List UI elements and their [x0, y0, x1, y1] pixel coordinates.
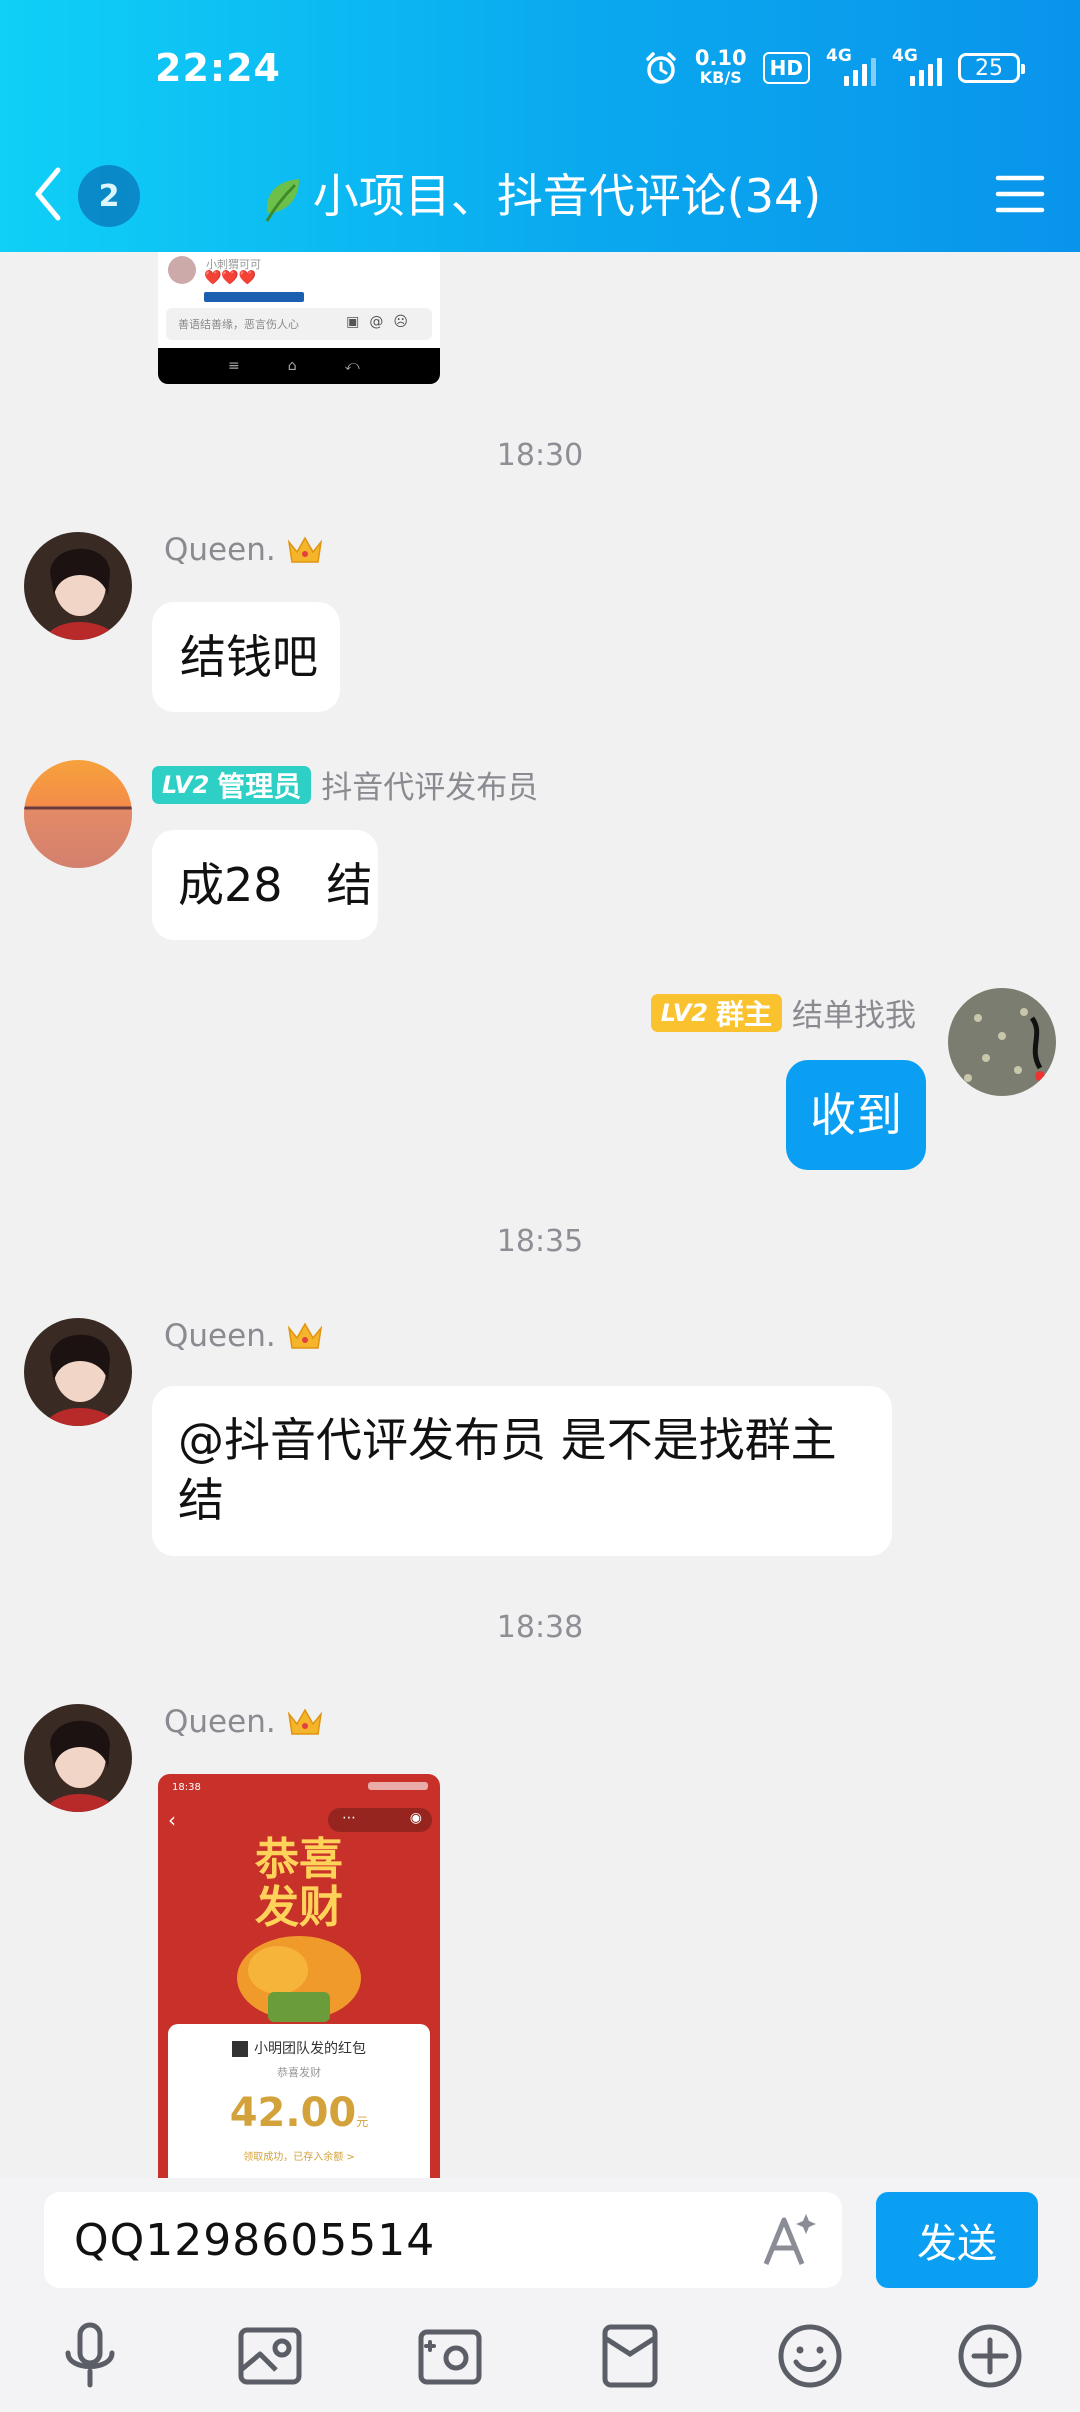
chevron-left-icon: ‹ — [168, 1808, 176, 1832]
leaf-icon — [265, 178, 299, 222]
status-time: 22:24 — [155, 46, 281, 90]
camera-icon — [418, 2329, 482, 2385]
battery-icon: 25 — [958, 53, 1025, 83]
owner-tag: LV2 群主 — [650, 993, 782, 1032]
avatar — [232, 2041, 248, 2057]
message-bubble[interactable]: 成28 结 — [152, 830, 378, 940]
status-icons: 0.10 KB/S HD 4G 4G 25 — [643, 46, 1025, 88]
sender-name: LV2 群主 结单找我 — [650, 990, 916, 1035]
toolbar — [0, 2318, 1080, 2398]
ai-font-icon[interactable] — [754, 2206, 820, 2272]
message-bubble[interactable]: 收到 — [786, 1060, 926, 1170]
red-packet-button[interactable] — [592, 2318, 668, 2394]
alarm-icon — [646, 52, 676, 84]
message-bubble[interactable]: @抖音代评发布员 是不是找群主结 — [152, 1386, 892, 1556]
sender-name: Queen. — [164, 532, 324, 568]
more-button[interactable] — [952, 2318, 1028, 2394]
image-icon — [238, 2327, 302, 2385]
admin-tag: LV2 管理员 — [152, 765, 312, 804]
menu-icon[interactable] — [990, 164, 1050, 224]
chat-area[interactable]: 小刺猬可可 ❤️❤️❤️ 善语结善缘，恶言伤人心 ▣@☹ ≡⌂⤺ 18:30 Q… — [0, 252, 1080, 2178]
sender-name: Queen. — [164, 1318, 324, 1354]
timestamp: 18:35 — [496, 1224, 584, 1259]
red-packet-icon — [602, 2324, 658, 2388]
nav-bar: 2 小项目、抖音代评论(34) — [0, 140, 1080, 252]
smile-icon — [778, 2324, 842, 2388]
sender-name: LV2 管理员 抖音代评发布员 — [152, 762, 538, 807]
red-packet-card: 小明团队发的红包 恭喜发财 42.00元 领取成功，已存入余额 > — [168, 2024, 430, 2178]
phone-nav-bar: ≡⌂⤺ — [158, 348, 440, 384]
sender-name: Queen. — [164, 1704, 324, 1740]
input-bar: QQ1298605514 发送 — [0, 2178, 1080, 2412]
headline: 恭喜 发财 — [255, 1834, 343, 1933]
message-bubble[interactable]: 结钱吧 — [152, 602, 340, 712]
image-message[interactable]: 18:38 ‹ ⋯ ◉ 恭喜 发财 小明团队发的红包 恭喜发财 42.00元 领… — [158, 1774, 440, 2178]
crown-icon — [287, 536, 322, 563]
avatar[interactable] — [24, 1704, 132, 1812]
avatar — [168, 256, 196, 284]
voice-button[interactable] — [52, 2318, 128, 2394]
avatar[interactable] — [24, 760, 132, 868]
page-title: 小项目、抖音代评论(34) — [0, 160, 1080, 226]
camera-button[interactable] — [412, 2318, 488, 2394]
image-message[interactable]: 小刺猬可可 ❤️❤️❤️ 善语结善缘，恶言伤人心 ▣@☹ ≡⌂⤺ — [158, 252, 440, 384]
microphone-icon — [65, 2322, 115, 2388]
top-bar: 22:24 0.10 KB/S HD 4G 4G 25 2 小项目、抖音代评论(… — [0, 0, 1080, 252]
timestamp: 18:30 — [496, 438, 584, 473]
net-speed: 0.10 KB/S — [694, 46, 747, 88]
album-button[interactable] — [232, 2318, 308, 2394]
avatar[interactable] — [24, 532, 132, 640]
hd-badge: HD — [762, 52, 810, 84]
signal-icon: 4G — [826, 46, 876, 86]
crown-icon — [287, 1322, 322, 1349]
emoji-button[interactable] — [772, 2318, 848, 2394]
send-button[interactable]: 发送 — [876, 2192, 1038, 2288]
avatar[interactable] — [948, 988, 1056, 1096]
avatar[interactable] — [24, 1318, 132, 1426]
message-input[interactable]: QQ1298605514 — [44, 2192, 842, 2288]
timestamp: 18:38 — [496, 1610, 584, 1645]
plus-circle-icon — [958, 2324, 1022, 2388]
status-bar: 22:24 0.10 KB/S HD 4G 4G 25 — [0, 0, 1080, 140]
mini-program-menu: ⋯ ◉ — [328, 1808, 432, 1832]
crown-icon — [287, 1708, 322, 1735]
signal-icon: 4G — [892, 46, 942, 86]
